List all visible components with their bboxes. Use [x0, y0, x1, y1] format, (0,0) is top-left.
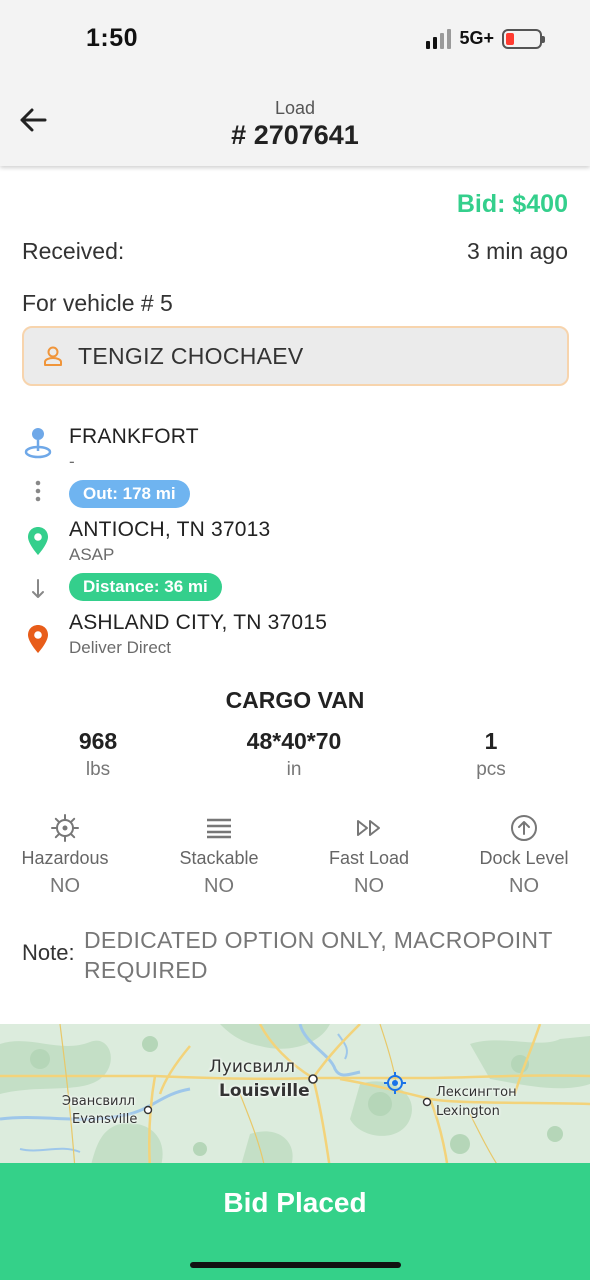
hazard-icon: [51, 814, 79, 842]
delivery-detail: Deliver Direct: [69, 638, 172, 657]
origin-city: FRANKFORT: [69, 425, 199, 448]
feature-hazardous: Hazardous NO: [0, 812, 140, 898]
battery-icon: [502, 28, 545, 49]
delivery-city: ASHLAND CITY, TN 37015: [69, 611, 328, 634]
driver-name: TENGIZ CHOCHAEV: [78, 342, 304, 369]
feature-fast-load: Fast Load NO: [294, 812, 444, 898]
fast-load-value: NO: [354, 875, 384, 897]
dock-level-label: Dock Level: [479, 848, 569, 868]
note-label: Note:: [22, 940, 75, 965]
received-row: Received: 3 min ago: [22, 238, 568, 265]
load-number-title: # 2707641: [231, 120, 359, 150]
feature-stackable: Stackable NO: [144, 812, 294, 898]
weight-unit: lbs: [85, 759, 111, 780]
pickup-detail: ASAP: [69, 545, 115, 564]
map-label-evansville-ru: Эвансвилл: [62, 1094, 136, 1109]
route-map[interactable]: Луисвилл Louisville Эвансвилл Evansville…: [0, 1024, 590, 1169]
hazardous-value: NO: [50, 875, 80, 897]
stackable-label: Stackable: [179, 848, 259, 868]
map-label-louisville-ru: Луисвилл: [209, 1057, 296, 1077]
pieces-stat: 1 pcs: [416, 728, 566, 781]
note-text: DEDICATED OPTION ONLY, MACROPOINT REQUIR…: [84, 927, 553, 983]
received-label: Received:: [22, 238, 125, 264]
location-target-icon: [384, 1072, 406, 1094]
arrow-up-circle-icon: [511, 815, 537, 841]
green-location-pin-icon: [22, 526, 54, 556]
map-label-evansville: Evansville: [72, 1112, 138, 1127]
header-bar: 1:50 5G+ Load # 2707641: [0, 0, 590, 166]
pickup-city: ANTIOCH, TN 37013: [69, 518, 271, 541]
origin-stop: FRANKFORT -: [69, 425, 199, 472]
status-indicators: 5G+: [426, 28, 545, 49]
current-location-pin-icon: [22, 425, 54, 459]
stack-icon: [207, 818, 231, 839]
pieces-unit: pcs: [476, 759, 506, 780]
dimensions-unit: in: [286, 759, 302, 780]
weight-stat: 968 lbs: [23, 728, 173, 781]
note-section: Note: DEDICATED OPTION ONLY, MACROPOINT …: [22, 925, 577, 985]
vehicle-label: For vehicle # 5: [22, 290, 173, 316]
status-time: 1:50: [86, 24, 139, 52]
pieces-value: 1: [484, 728, 498, 754]
feature-dock-level: Dock Level NO: [449, 812, 590, 898]
network-label: 5G+: [459, 28, 494, 48]
out-distance-pill: Out: 178 mi: [69, 480, 190, 508]
stackable-value: NO: [204, 875, 234, 897]
cargo-type-title: CARGO VAN: [225, 687, 365, 713]
dimensions-value: 48*40*70: [246, 728, 342, 754]
delivery-stop: ASHLAND CITY, TN 37015 Deliver Direct: [69, 611, 327, 658]
fast-load-label: Fast Load: [328, 848, 410, 868]
map-label-lexington-ru: Лексингтон: [436, 1085, 517, 1100]
pickup-stop: ANTIOCH, TN 37013 ASAP: [69, 518, 270, 565]
signal-icon: [426, 28, 452, 49]
driver-selector[interactable]: TENGIZ CHOCHAEV: [22, 326, 569, 386]
more-vertical-icon: [22, 480, 54, 502]
orange-location-pin-icon: [22, 624, 54, 654]
fast-forward-icon: [357, 820, 380, 836]
hazardous-label: Hazardous: [21, 848, 109, 868]
map-label-lexington: Lexington: [436, 1104, 500, 1119]
arrow-down-icon: [22, 578, 54, 600]
received-value: 3 min ago: [466, 238, 568, 264]
bid-amount: Bid: $400: [456, 190, 568, 218]
person-icon: [42, 345, 64, 367]
origin-detail: -: [69, 452, 75, 471]
map-label-louisville: Louisville: [219, 1081, 310, 1101]
dock-level-value: NO: [509, 875, 539, 897]
bid-placed-label: Bid Placed: [223, 1187, 367, 1218]
header-subtitle: Load: [274, 98, 316, 118]
dimensions-stat: 48*40*70 in: [219, 728, 369, 781]
weight-value: 968: [78, 728, 118, 754]
distance-pill: Distance: 36 mi: [69, 573, 222, 601]
home-indicator[interactable]: [190, 1262, 401, 1268]
